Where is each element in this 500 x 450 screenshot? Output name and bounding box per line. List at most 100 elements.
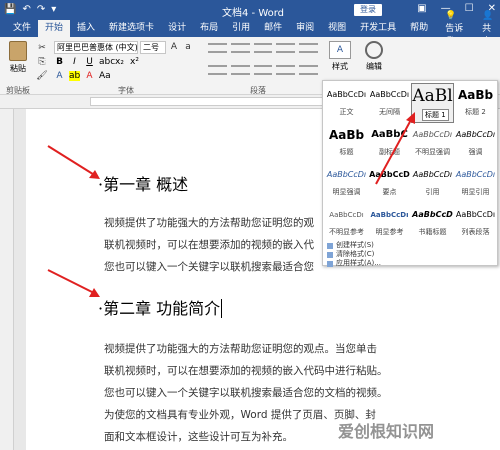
heading-2-text: 第二章 功能简介 bbox=[103, 299, 221, 318]
strikethrough-icon[interactable]: abc bbox=[99, 57, 115, 67]
decrease-indent-icon[interactable] bbox=[276, 43, 296, 53]
editing-label: 编辑 bbox=[366, 62, 382, 71]
format-painter-icon[interactable]: 🖌 bbox=[36, 71, 48, 81]
style-name: 正文 bbox=[339, 108, 354, 116]
document-title: 文档4 - Word bbox=[222, 8, 285, 19]
tab-developer[interactable]: 开发工具 bbox=[353, 20, 403, 37]
watermark: 爱创根知识网 bbox=[338, 422, 435, 441]
highlight-icon[interactable]: ab bbox=[69, 71, 80, 81]
undo-icon[interactable]: ↶ bbox=[22, 5, 30, 15]
numbering-icon[interactable] bbox=[230, 43, 250, 53]
tab-file[interactable]: 文件 bbox=[6, 20, 38, 37]
style-emphasis[interactable]: AaBbCcDı 强调 bbox=[454, 123, 497, 163]
bold-icon[interactable]: B bbox=[54, 57, 65, 67]
increase-indent-icon[interactable] bbox=[299, 43, 318, 53]
style-sample: AaBbCcDı bbox=[369, 90, 410, 99]
tab-insert[interactable]: 插入 bbox=[70, 20, 102, 37]
style-tooltip: 标题 1 bbox=[422, 109, 449, 121]
text-effects-icon[interactable]: A bbox=[54, 71, 65, 81]
heading-1-text: 第一章 概述 bbox=[103, 175, 189, 194]
ribbon-display-icon[interactable]: ▣ bbox=[417, 3, 426, 14]
subscript-icon[interactable]: x₂ bbox=[114, 57, 125, 67]
search-icon bbox=[365, 41, 383, 59]
style-sample: AaBbCcD bbox=[412, 210, 453, 219]
menu-label: 清除格式(C) bbox=[336, 250, 375, 258]
style-intense-reference[interactable]: AaBbCcDı 明显参考 bbox=[368, 203, 411, 243]
style-subtle-reference[interactable]: AaBbCcDı 不明显参考 bbox=[325, 203, 368, 243]
style-name: 强调 bbox=[468, 148, 483, 156]
redo-icon[interactable]: ↷ bbox=[37, 5, 45, 15]
login-button[interactable]: 登录 bbox=[354, 4, 382, 16]
clipboard-icon bbox=[9, 41, 27, 61]
style-name: 要点 bbox=[382, 188, 397, 196]
style-name: 标题 bbox=[339, 148, 354, 156]
style-name: 不明显参考 bbox=[329, 228, 364, 236]
tab-view[interactable]: 视图 bbox=[321, 20, 353, 37]
style-sample: AaBbCcDı bbox=[326, 90, 367, 99]
create-style-icon bbox=[327, 242, 333, 249]
heading-chapter-2[interactable]: ·第二章 功能简介​ bbox=[98, 295, 223, 319]
align-left-icon[interactable] bbox=[208, 65, 227, 75]
style-name: 明显参考 bbox=[375, 228, 404, 236]
style-sample: AaBbCcDı bbox=[326, 170, 367, 179]
align-center-icon[interactable] bbox=[230, 65, 250, 75]
style-sample: AaBb bbox=[457, 88, 494, 102]
style-list-paragraph[interactable]: AaBbCcDı 列表段落 bbox=[454, 203, 497, 243]
style-heading-2[interactable]: AaBb 标题 2 bbox=[454, 83, 497, 123]
bullets-icon[interactable] bbox=[208, 43, 227, 53]
paste-button[interactable]: 粘贴 bbox=[6, 41, 30, 74]
cut-icon[interactable]: ✂ bbox=[36, 43, 48, 53]
menu-apply-styles[interactable]: 应用样式(A)... bbox=[327, 259, 495, 268]
tab-design[interactable]: 设计 bbox=[161, 20, 193, 37]
font-size-select[interactable]: 二号 bbox=[140, 41, 166, 54]
style-book-title[interactable]: AaBbCcD 书籍标题 bbox=[411, 203, 454, 243]
italic-icon[interactable]: I bbox=[69, 57, 80, 67]
menu-clear-formatting[interactable]: 清除格式(C) bbox=[327, 250, 495, 259]
menu-create-style[interactable]: 创建样式(S) bbox=[327, 241, 495, 250]
style-sample: AaBl bbox=[412, 86, 453, 106]
style-sample: AaBbCcDı bbox=[370, 211, 409, 219]
style-name: 引用 bbox=[425, 188, 440, 196]
clear-format-icon bbox=[327, 251, 333, 258]
ribbon-tabs: 文件 开始 插入 新建选项卡 设计 布局 引用 邮件 审阅 视图 开发工具 帮助… bbox=[0, 11, 500, 47]
tab-references[interactable]: 引用 bbox=[225, 20, 257, 37]
copy-icon[interactable]: ⎘ bbox=[36, 57, 48, 67]
line-spacing-icon[interactable] bbox=[299, 65, 318, 75]
superscript-icon[interactable]: x² bbox=[129, 57, 140, 67]
styles-button[interactable]: A 样式 bbox=[326, 41, 354, 72]
customize-qat-icon[interactable]: ▾ bbox=[51, 5, 56, 15]
grow-font-icon[interactable]: A bbox=[168, 42, 180, 52]
editing-button[interactable]: 编辑 bbox=[360, 41, 388, 72]
annotation-arrow-1 bbox=[47, 145, 100, 179]
style-sample: AaBbCcDı bbox=[329, 211, 364, 219]
tab-new[interactable]: 新建选项卡 bbox=[102, 20, 161, 37]
underline-icon[interactable]: U bbox=[84, 57, 95, 67]
change-case-icon[interactable]: Aa bbox=[99, 71, 111, 81]
tab-home[interactable]: 开始 bbox=[38, 20, 71, 37]
style-name: 明显强调 bbox=[332, 188, 361, 196]
quick-access-toolbar: 💾 ↶ ↷ ▾ bbox=[0, 5, 56, 15]
tab-mailings[interactable]: 邮件 bbox=[257, 20, 289, 37]
align-right-icon[interactable] bbox=[253, 65, 273, 75]
style-sample: AaBb bbox=[328, 128, 365, 142]
save-icon[interactable]: 💾 bbox=[4, 5, 16, 15]
paragraph-tools bbox=[208, 43, 318, 83]
tab-review[interactable]: 审阅 bbox=[289, 20, 321, 37]
style-intense-emphasis[interactable]: AaBbCcDı 明显强调 bbox=[325, 163, 368, 203]
tab-layout[interactable]: 布局 bbox=[193, 20, 225, 37]
font-name-select[interactable]: 阿里巴巴普惠体 (中文) bbox=[54, 41, 138, 54]
font-color-icon[interactable]: A bbox=[84, 71, 95, 81]
styles-label: 样式 bbox=[332, 62, 348, 71]
heading-chapter-1[interactable]: ·第一章 概述 bbox=[98, 171, 188, 195]
paragraph-line: 联机视频时，可以在想要添加的视频的嵌入代码中进行粘贴。 bbox=[104, 365, 388, 377]
multilevel-icon[interactable] bbox=[253, 43, 273, 53]
tab-help[interactable]: 帮助 bbox=[403, 20, 435, 37]
title-bar: 💾 ↶ ↷ ▾ 文档4 - Word 登录 ▣ — ☐ ✕ bbox=[0, 0, 500, 20]
shrink-font-icon[interactable]: a bbox=[182, 42, 194, 52]
style-sample: AaBbCcDı bbox=[455, 130, 496, 139]
justify-icon[interactable] bbox=[276, 65, 296, 75]
style-intense-quote[interactable]: AaBbCcDı 明显引用 bbox=[454, 163, 497, 203]
vertical-ruler[interactable] bbox=[0, 109, 14, 450]
style-title[interactable]: AaBb 标题 bbox=[325, 123, 368, 163]
style-normal[interactable]: AaBbCcDı 正文 bbox=[325, 83, 368, 123]
